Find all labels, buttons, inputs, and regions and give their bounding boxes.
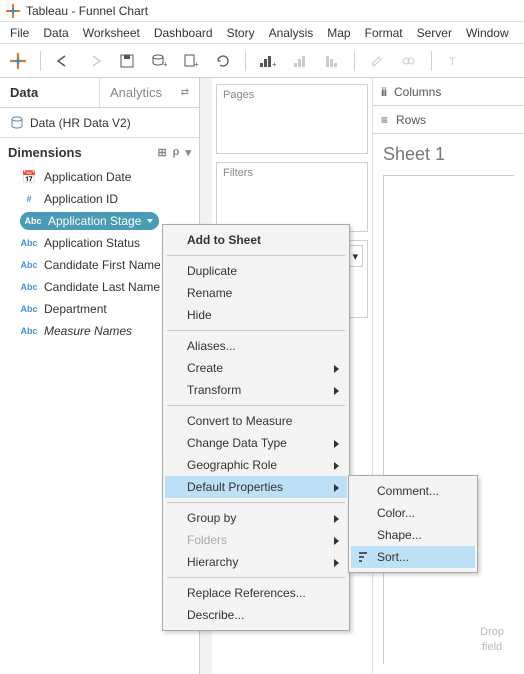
rows-shelf[interactable]: ≡ Rows: [373, 106, 524, 134]
sub-shape[interactable]: Shape...: [351, 524, 475, 546]
ctx-hide[interactable]: Hide: [165, 304, 347, 326]
sort-desc-icon[interactable]: [322, 51, 342, 71]
ctx-geographic-role[interactable]: Geographic Role: [165, 454, 347, 476]
ctx-add-to-sheet[interactable]: Add to Sheet: [165, 229, 347, 251]
menu-analysis[interactable]: Analysis: [263, 24, 320, 42]
ctx-change-data-type[interactable]: Change Data Type: [165, 432, 347, 454]
datasource-icon: [10, 116, 24, 130]
menu-dashboard[interactable]: Dashboard: [148, 24, 219, 42]
menu-dropdown-icon[interactable]: ▾: [185, 146, 191, 159]
toolbar-separator: [431, 51, 432, 71]
menu-bar: File Data Worksheet Dashboard Story Anal…: [0, 22, 524, 44]
menu-data[interactable]: Data: [37, 24, 74, 42]
window-title: Tableau - Funnel Chart: [26, 4, 148, 18]
ctx-folders: Folders: [165, 529, 347, 551]
menu-server[interactable]: Server: [411, 24, 458, 42]
abc-icon: Abc: [20, 304, 38, 314]
menu-story[interactable]: Story: [221, 24, 261, 42]
toolbar-separator: [245, 51, 246, 71]
svg-text:T: T: [449, 56, 456, 68]
ctx-convert-to-measure[interactable]: Convert to Measure: [165, 410, 347, 432]
field-context-menu: Add to Sheet Duplicate Rename Hide Alias…: [162, 224, 350, 631]
new-worksheet-icon[interactable]: +: [181, 51, 201, 71]
sheet-area: Sheet 1 Dropfield: [373, 134, 524, 674]
toolbar-separator: [40, 51, 41, 71]
dimensions-header: Dimensions ⊞ ρ ▾: [0, 138, 199, 166]
tableau-logo-icon: [6, 4, 20, 18]
abc-icon: Abc: [20, 260, 38, 270]
label-icon[interactable]: T: [444, 51, 464, 71]
search-icon[interactable]: ρ: [173, 146, 180, 159]
columns-shelf[interactable]: iii Columns: [373, 78, 524, 106]
sub-comment[interactable]: Comment...: [351, 480, 475, 502]
drop-field-hint: Dropfield: [480, 625, 504, 654]
ctx-duplicate[interactable]: Duplicate: [165, 260, 347, 282]
sort-asc-icon[interactable]: [290, 51, 310, 71]
refresh-icon[interactable]: [213, 51, 233, 71]
ctx-rename[interactable]: Rename: [165, 282, 347, 304]
data-source-label: Data (HR Data V2): [30, 116, 131, 130]
number-icon: #: [20, 194, 38, 204]
save-icon[interactable]: [117, 51, 137, 71]
svg-text:+: +: [163, 60, 167, 69]
ctx-divider: [167, 502, 345, 503]
abc-icon: Abc: [20, 238, 38, 248]
swap-icon[interactable]: +: [258, 51, 278, 71]
ctx-transform[interactable]: Transform: [165, 379, 347, 401]
columns-icon: iii: [381, 85, 386, 99]
view-grid-icon[interactable]: ⊞: [157, 146, 166, 159]
menu-format[interactable]: Format: [359, 24, 409, 42]
group-icon[interactable]: [399, 51, 419, 71]
default-properties-submenu: Comment... Color... Shape... Sort...: [348, 475, 478, 573]
toolbar: + + + T: [0, 44, 524, 78]
tab-analytics[interactable]: Analytics⇄: [99, 78, 199, 107]
field-application-id[interactable]: #Application ID: [0, 188, 199, 210]
ctx-aliases[interactable]: Aliases...: [165, 335, 347, 357]
title-bar: Tableau - Funnel Chart: [0, 0, 524, 22]
ctx-create[interactable]: Create: [165, 357, 347, 379]
menu-window[interactable]: Window: [460, 24, 515, 42]
tableau-start-icon[interactable]: [8, 51, 28, 71]
highlight-icon[interactable]: [367, 51, 387, 71]
ctx-describe[interactable]: Describe...: [165, 604, 347, 626]
toolbar-separator: [354, 51, 355, 71]
ctx-group-by[interactable]: Group by: [165, 507, 347, 529]
abc-icon: Abc: [20, 282, 38, 292]
rows-icon: ≡: [381, 113, 388, 127]
sheet-canvas[interactable]: Dropfield: [383, 175, 514, 664]
redo-icon[interactable]: [85, 51, 105, 71]
sheet-title[interactable]: Sheet 1: [383, 144, 514, 165]
ctx-divider: [167, 577, 345, 578]
filters-shelf[interactable]: Filters: [216, 162, 368, 232]
field-application-date[interactable]: 📅Application Date: [0, 166, 199, 188]
abc-icon: Abc: [24, 216, 42, 226]
swap-icon: ⇄: [181, 87, 189, 98]
data-analytics-tabs: Data Analytics⇄: [0, 78, 199, 108]
ctx-hierarchy[interactable]: Hierarchy: [165, 551, 347, 573]
data-source-row[interactable]: Data (HR Data V2): [0, 108, 199, 138]
pages-shelf[interactable]: Pages: [216, 84, 368, 154]
sheet-pane: iii Columns ≡ Rows Sheet 1 Dropfield: [372, 78, 524, 674]
sort-icon: [357, 550, 371, 564]
svg-text:+: +: [272, 60, 277, 69]
ctx-replace-references[interactable]: Replace References...: [165, 582, 347, 604]
menu-file[interactable]: File: [4, 24, 35, 42]
sub-color[interactable]: Color...: [351, 502, 475, 524]
undo-icon[interactable]: [53, 51, 73, 71]
menu-worksheet[interactable]: Worksheet: [77, 24, 146, 42]
svg-text:+: +: [194, 60, 199, 69]
sub-sort[interactable]: Sort...: [351, 546, 475, 568]
ctx-default-properties[interactable]: Default Properties: [165, 476, 347, 498]
ctx-divider: [167, 255, 345, 256]
abc-icon: Abc: [20, 326, 38, 336]
new-datasource-icon[interactable]: +: [149, 51, 169, 71]
tab-data[interactable]: Data: [0, 78, 99, 107]
ctx-divider: [167, 405, 345, 406]
calendar-icon: 📅: [20, 170, 38, 184]
menu-map[interactable]: Map: [321, 24, 356, 42]
ctx-divider: [167, 330, 345, 331]
